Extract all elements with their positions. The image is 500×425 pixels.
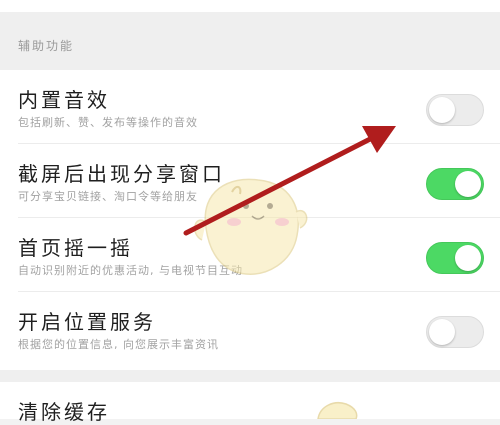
setting-description: 可分享宝贝链接、淘口令等给朋友 bbox=[18, 190, 198, 203]
toggle-knob bbox=[455, 171, 481, 197]
toggle-knob bbox=[455, 245, 481, 271]
setting-title: 首页摇一摇 bbox=[18, 236, 133, 260]
shake-toggle[interactable] bbox=[426, 242, 484, 274]
section-header: 辅助功能 bbox=[0, 12, 500, 70]
setting-row-shake[interactable]: 首页摇一摇 自动识别附近的优惠活动, 与电视节目互动 bbox=[0, 218, 500, 292]
clear-cache-title: 清除缓存 bbox=[18, 400, 110, 424]
setting-title: 开启位置服务 bbox=[18, 310, 156, 334]
toggle-knob bbox=[429, 319, 455, 345]
setting-description: 自动识别附近的优惠活动, 与电视节目互动 bbox=[18, 264, 243, 277]
toggle-knob bbox=[429, 97, 455, 123]
sound-effects-toggle[interactable] bbox=[426, 94, 484, 126]
settings-list: 内置音效 包括刷新、赞、发布等操作的音效 截屏后出现分享窗口 可分享宝贝链接、淘… bbox=[0, 70, 500, 370]
setting-description: 包括刷新、赞、发布等操作的音效 bbox=[18, 116, 198, 129]
screenshot-share-toggle[interactable] bbox=[426, 168, 484, 200]
section-header-label: 辅助功能 bbox=[18, 39, 75, 53]
setting-row-screenshot-share[interactable]: 截屏后出现分享窗口 可分享宝贝链接、淘口令等给朋友 bbox=[0, 144, 500, 218]
setting-row-location[interactable]: 开启位置服务 根据您的位置信息, 向您展示丰富资讯 bbox=[0, 292, 500, 366]
section-gap bbox=[0, 370, 500, 382]
setting-description: 根据您的位置信息, 向您展示丰富资讯 bbox=[18, 338, 219, 351]
location-toggle[interactable] bbox=[426, 316, 484, 348]
top-strip bbox=[0, 0, 500, 12]
setting-title: 内置音效 bbox=[18, 88, 110, 112]
setting-row-sound-effects[interactable]: 内置音效 包括刷新、赞、发布等操作的音效 bbox=[0, 70, 500, 144]
clear-cache-row[interactable]: 清除缓存 bbox=[0, 382, 500, 424]
setting-title: 截屏后出现分享窗口 bbox=[18, 162, 225, 186]
